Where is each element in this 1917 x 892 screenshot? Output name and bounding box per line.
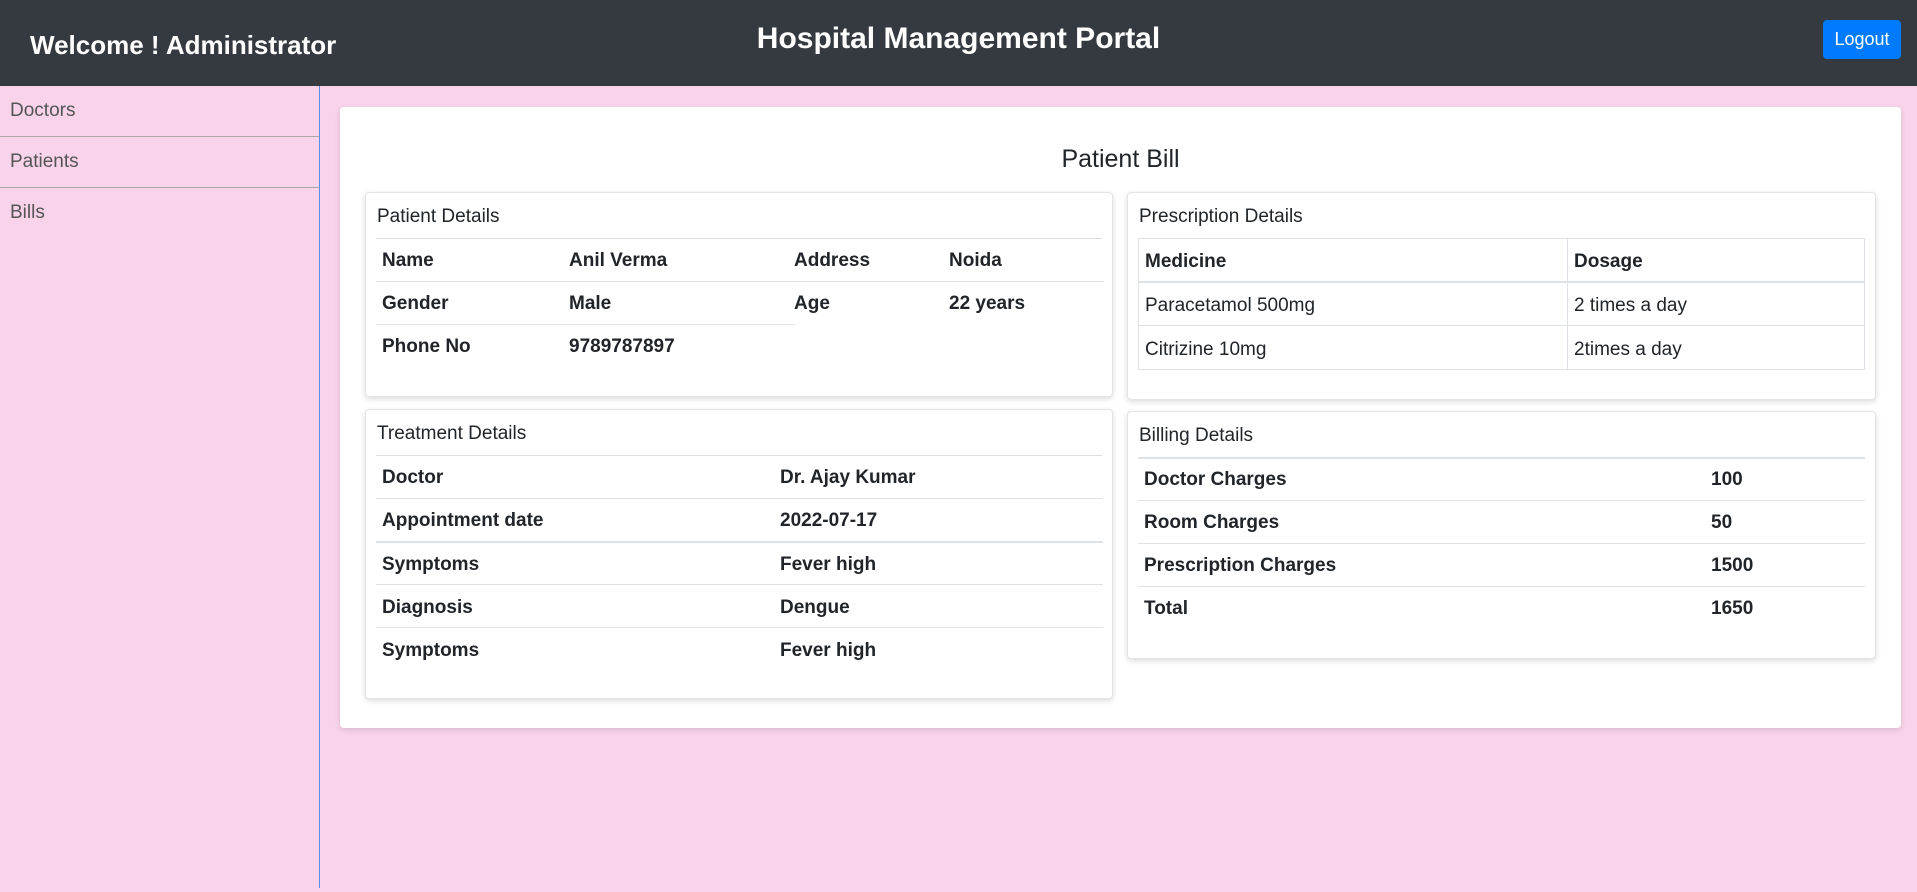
patient-details-heading: Patient Details (377, 206, 500, 227)
divider (1138, 586, 1865, 587)
portal-title: Hospital Management Portal (756, 22, 1161, 55)
sidebar-item-doctors[interactable]: Doctors (0, 86, 319, 137)
treatment-details-heading: Treatment Details (377, 423, 527, 444)
patient-details-card: Patient Details Name Anil Verma Address … (365, 192, 1113, 397)
patient-bill-card: Patient Bill Patient Details Name Anil V… (340, 107, 1901, 728)
divider (1138, 500, 1865, 501)
appointment-date-value: 2022-07-17 (780, 510, 878, 531)
doctor-label: Doctor (382, 467, 444, 488)
address-label: Address (794, 250, 871, 271)
diagnosis-value: Dengue (780, 597, 850, 618)
table-border (1138, 369, 1865, 370)
divider (376, 498, 1103, 499)
sidebar-item-patients[interactable]: Patients (0, 137, 319, 188)
prescription-details-card: Prescription Details Medicine Dosage Par… (1127, 192, 1876, 400)
room-charges-value: 50 (1711, 512, 1733, 533)
billing-details-card: Billing Details Doctor Charges 100 Room … (1127, 411, 1876, 659)
prescription-charges-value: 1500 (1711, 555, 1754, 576)
symptoms-label: Symptoms (382, 640, 480, 661)
table-border (1138, 238, 1139, 370)
gender-value: Male (569, 293, 612, 314)
sidebar: Doctors Patients Bills (0, 86, 320, 888)
divider (376, 238, 1102, 239)
appointment-date-label: Appointment date (382, 510, 544, 531)
doctor-charges-label: Doctor Charges (1144, 469, 1287, 490)
top-navbar: Welcome ! Administrator Hospital Managem… (0, 0, 1917, 86)
symptoms-value: Fever high (780, 640, 877, 661)
age-value: 22 years (949, 293, 1026, 314)
name-value: Anil Verma (569, 250, 668, 271)
divider (376, 455, 1102, 456)
divider (376, 584, 1103, 585)
dosage-cell: 2 times a day (1574, 295, 1687, 316)
table-border (1567, 238, 1568, 370)
total-value: 1650 (1711, 598, 1754, 619)
medicine-cell: Paracetamol 500mg (1145, 295, 1316, 316)
symptoms-label: Symptoms (382, 554, 480, 575)
room-charges-label: Room Charges (1144, 512, 1280, 533)
medicine-column-header: Medicine (1145, 251, 1227, 272)
table-border (1138, 238, 1865, 239)
table-border (1864, 238, 1865, 370)
divider (1138, 457, 1865, 459)
gender-label: Gender (382, 293, 449, 314)
page-title: Patient Bill (1061, 145, 1180, 173)
symptoms-value: Fever high (780, 554, 877, 575)
doctor-charges-value: 100 (1711, 469, 1743, 490)
sidebar-item-bills[interactable]: Bills (0, 188, 319, 239)
prescription-details-heading: Prescription Details (1139, 206, 1303, 227)
dosage-cell: 2times a day (1574, 339, 1682, 360)
medicine-cell: Citrizine 10mg (1145, 339, 1267, 360)
billing-details-heading: Billing Details (1139, 425, 1254, 446)
divider (376, 627, 1103, 628)
phone-label: Phone No (382, 336, 471, 357)
divider (376, 281, 795, 282)
logout-button[interactable]: Logout (1823, 20, 1901, 59)
total-label: Total (1144, 598, 1188, 619)
phone-value: 9789787897 (569, 336, 675, 357)
treatment-details-card: Treatment Details Doctor Dr. Ajay Kumar … (365, 409, 1113, 699)
name-label: Name (382, 250, 434, 271)
dosage-column-header: Dosage (1574, 251, 1643, 272)
prescription-charges-label: Prescription Charges (1144, 555, 1337, 576)
table-border (1138, 325, 1865, 326)
diagnosis-label: Diagnosis (382, 597, 473, 618)
divider (376, 541, 1103, 543)
address-value: Noida (949, 250, 1002, 271)
divider (795, 281, 1104, 282)
age-label: Age (794, 293, 830, 314)
table-border (1138, 281, 1865, 283)
doctor-value: Dr. Ajay Kumar (780, 467, 916, 488)
divider (376, 324, 795, 325)
divider (1138, 543, 1865, 544)
